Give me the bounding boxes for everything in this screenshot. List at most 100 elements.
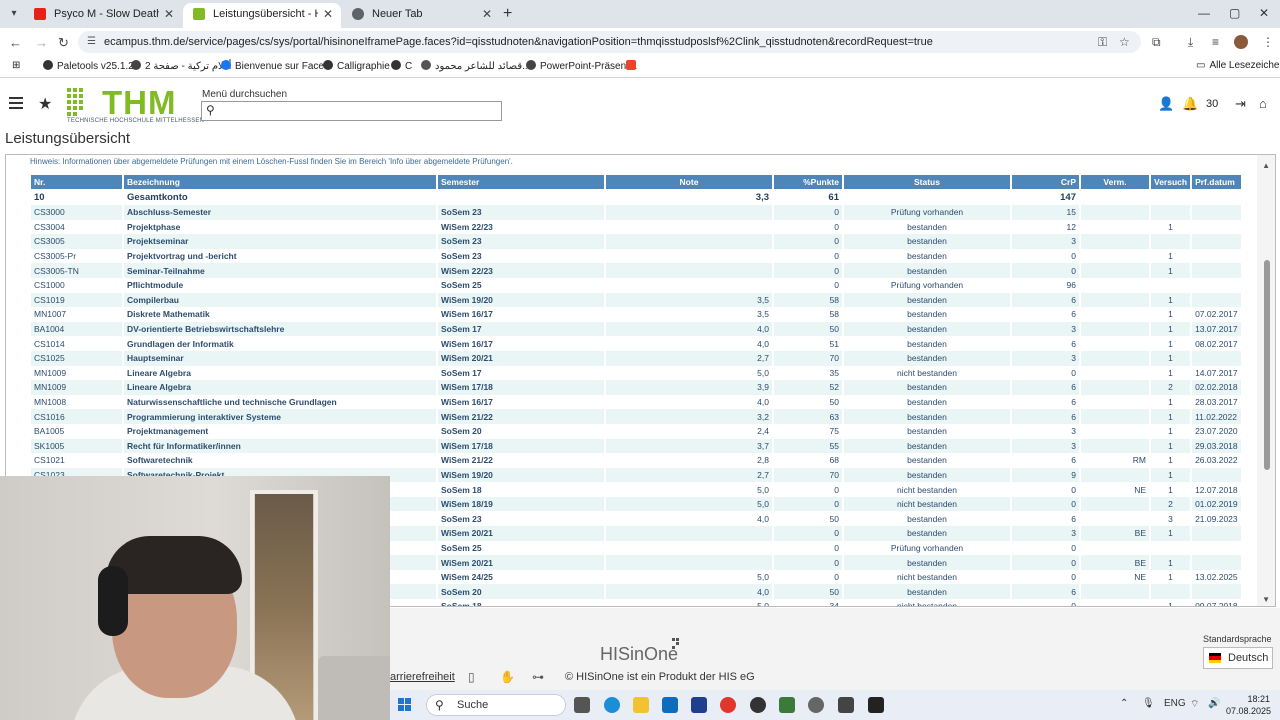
accessibility-link[interactable]: arrierefreiheit: [390, 671, 455, 683]
minimize-button[interactable]: —: [1198, 6, 1210, 20]
cell-status: bestanden: [844, 526, 1010, 541]
chrome-icon[interactable]: [720, 697, 736, 713]
password-key-icon[interactable]: ⚿: [1098, 35, 1107, 50]
download-icon[interactable]: ⤓: [1188, 35, 1193, 50]
table-row[interactable]: MN1007 Diskrete Mathematik WiSem 16/17 3,5 5…: [31, 307, 1241, 322]
table-row[interactable]: CS1019 Compilerbau WiSem 19/20 3,5 58 bestand…: [31, 292, 1241, 308]
scrollbar[interactable]: ▲ ▼: [1257, 155, 1275, 606]
maximize-button[interactable]: ▢: [1229, 6, 1240, 20]
forward-icon[interactable]: →: [35, 35, 48, 50]
bell-icon[interactable]: 🔔: [1182, 96, 1198, 112]
tab-leistungsuebersicht[interactable]: Leistungsübersicht - Hochschule ✕: [183, 3, 341, 28]
menu-search-input[interactable]: ⚲: [201, 101, 502, 121]
table-row[interactable]: CS1016 Programmierung interaktiver System…: [31, 409, 1241, 424]
home-icon[interactable]: ⌂: [1259, 96, 1267, 111]
col-header-bezeichnung[interactable]: Bezeichnung: [124, 175, 436, 189]
book-icon[interactable]: ▯: [468, 670, 475, 684]
tab-close-button[interactable]: ✕: [323, 3, 333, 25]
tab-close-button[interactable]: ✕: [164, 3, 174, 25]
col-header-crp[interactable]: CrP: [1012, 175, 1079, 189]
col-header-note[interactable]: Note: [606, 175, 772, 189]
terminal-icon[interactable]: [868, 697, 884, 713]
bookmark-item[interactable]: C: [391, 60, 412, 72]
bookmark-item[interactable]: أفلام تركية - صفحة 2: [131, 60, 232, 72]
taskbar-search[interactable]: ⚲ Suche: [426, 694, 566, 716]
bookmark-item[interactable]: Calligraphie: [323, 60, 390, 72]
close-window-button[interactable]: ✕: [1259, 6, 1269, 20]
table-row[interactable]: BA1004 DV-orientierte Betriebswirtschafts…: [31, 321, 1241, 337]
col-header-prfdatum[interactable]: Prf.datum: [1192, 175, 1241, 189]
col-header-punkte[interactable]: %Punkte: [774, 175, 842, 189]
clock[interactable]: 18:21 07.08.2025: [1226, 693, 1271, 717]
hand-icon[interactable]: ✋: [500, 670, 515, 684]
language-indicator[interactable]: ENG: [1164, 698, 1186, 709]
profile-avatar[interactable]: [1234, 35, 1248, 49]
bookmark-star-icon[interactable]: ☆: [1119, 35, 1130, 49]
app-icon[interactable]: [750, 697, 766, 713]
app-icon[interactable]: [838, 697, 854, 713]
more-menu-icon[interactable]: ⋮: [1262, 35, 1274, 49]
col-header-nr[interactable]: Nr.: [31, 175, 122, 189]
tab-youtube[interactable]: Psyco M - Slow Death - YouTube ✕: [24, 3, 182, 28]
bookmark-item[interactable]: قصائد للشاعر محمود...: [421, 60, 530, 72]
table-row[interactable]: MN1008 Naturwissenschaftliche und technis…: [31, 394, 1241, 410]
col-header-verm[interactable]: Verm.: [1081, 175, 1149, 189]
volume-icon[interactable]: 🔊: [1208, 698, 1220, 709]
reload-icon[interactable]: ↻: [58, 35, 69, 51]
microphone-icon[interactable]: 🎙: [1142, 698, 1155, 709]
sitemap-icon[interactable]: ⊶: [532, 670, 544, 684]
col-header-semester[interactable]: Semester: [438, 175, 604, 189]
logout-icon[interactable]: ⇥: [1235, 96, 1246, 112]
col-header-status[interactable]: Status: [844, 175, 1010, 189]
table-row[interactable]: BA1005 Projektmanagement SoSem 20 2,4 75 best…: [31, 423, 1241, 439]
language-select[interactable]: Deutsch: [1203, 647, 1273, 669]
settings-icon[interactable]: [808, 697, 824, 713]
task-view-icon[interactable]: [574, 697, 590, 713]
thm-logo-text[interactable]: THM: [102, 84, 176, 122]
extensions-icon[interactable]: ⧉: [1152, 35, 1161, 50]
back-icon[interactable]: ←: [9, 35, 22, 50]
file-explorer-icon[interactable]: [633, 697, 649, 713]
tab-search-chevron-icon[interactable]: ▾: [6, 6, 22, 22]
table-row[interactable]: SK1005 Recht für Informatiker/innen WiSem …: [31, 438, 1241, 454]
bookmark-item[interactable]: [626, 60, 640, 72]
table-row[interactable]: CS3005-TN Seminar-Teilnahme WiSem 22/23 0 be…: [31, 263, 1241, 278]
bookmark-item[interactable]: PowerPoint-Präsent...: [526, 60, 637, 72]
all-bookmarks[interactable]: ▭ Alle Lesezeichen: [1196, 60, 1280, 71]
media-icon[interactable]: ≡: [1212, 35, 1219, 49]
table-row[interactable]: CS3005-Pr Projektvortrag und -bericht SoSe…: [31, 248, 1241, 264]
table-row[interactable]: MN1009 Lineare Algebra SoSem 17 5,0 35 nicht …: [31, 365, 1241, 381]
col-header-versuch[interactable]: Versuch: [1151, 175, 1191, 189]
total-row: 10 Gesamtkonto 3,3 61 147: [31, 189, 1241, 205]
hamburger-menu-icon[interactable]: [9, 97, 23, 112]
table-row[interactable]: CS1025 Hauptseminar WiSem 20/21 2,7 70 bestan…: [31, 350, 1241, 366]
windows-start-icon[interactable]: [398, 698, 412, 712]
table-row[interactable]: CS1021 Softwaretechnik WiSem 21/22 2,8 68 bes…: [31, 453, 1241, 468]
outlook-icon[interactable]: [662, 697, 678, 713]
scrollbar-thumb[interactable]: [1264, 260, 1270, 470]
wifi-icon[interactable]: ⌔: [1190, 698, 1199, 711]
new-tab-button[interactable]: +: [503, 5, 512, 23]
bookmark-item[interactable]: Paletools v25.1.23: [43, 60, 139, 72]
tab-new[interactable]: Neuer Tab ✕: [342, 3, 500, 28]
tab-close-button[interactable]: ✕: [482, 3, 492, 25]
apps-grid-icon[interactable]: ⊞: [12, 60, 20, 71]
table-row[interactable]: MN1009 Lineare Algebra WiSem 17/18 3,9 52 bes…: [31, 380, 1241, 395]
favorites-star-icon[interactable]: ★: [38, 94, 52, 114]
tray-overflow-icon[interactable]: ⌃: [1120, 698, 1128, 709]
site-info-icon[interactable]: ☰: [87, 31, 96, 53]
table-row[interactable]: CS1014 Grundlagen der Informatik WiSem 16/…: [31, 336, 1241, 351]
cell-prfdatum: 12.07.2018: [1192, 482, 1241, 497]
bookmark-item[interactable]: Bienvenue sur Face...: [221, 60, 332, 72]
edge-icon[interactable]: [604, 697, 620, 713]
user-icon[interactable]: 👤: [1158, 96, 1174, 112]
table-row[interactable]: CS3000 Abschluss-Semester SoSem 23 0 Prüfung…: [31, 205, 1241, 220]
app-icon[interactable]: [779, 697, 795, 713]
address-bar[interactable]: ☰ ecampus.thm.de/service/pages/cs/sys/po…: [78, 31, 1141, 53]
table-row[interactable]: CS3004 Projektphase WiSem 22/23 0 bestanden 1…: [31, 219, 1241, 235]
photos-icon[interactable]: [691, 697, 707, 713]
scroll-down-icon[interactable]: ▼: [1262, 595, 1270, 604]
scroll-up-icon[interactable]: ▲: [1262, 161, 1270, 170]
table-row[interactable]: CS3005 Projektseminar SoSem 23 0 bestanden 3: [31, 234, 1241, 249]
table-row[interactable]: CS1000 Pflichtmodule SoSem 25 0 Prüfung vorh…: [31, 277, 1241, 293]
